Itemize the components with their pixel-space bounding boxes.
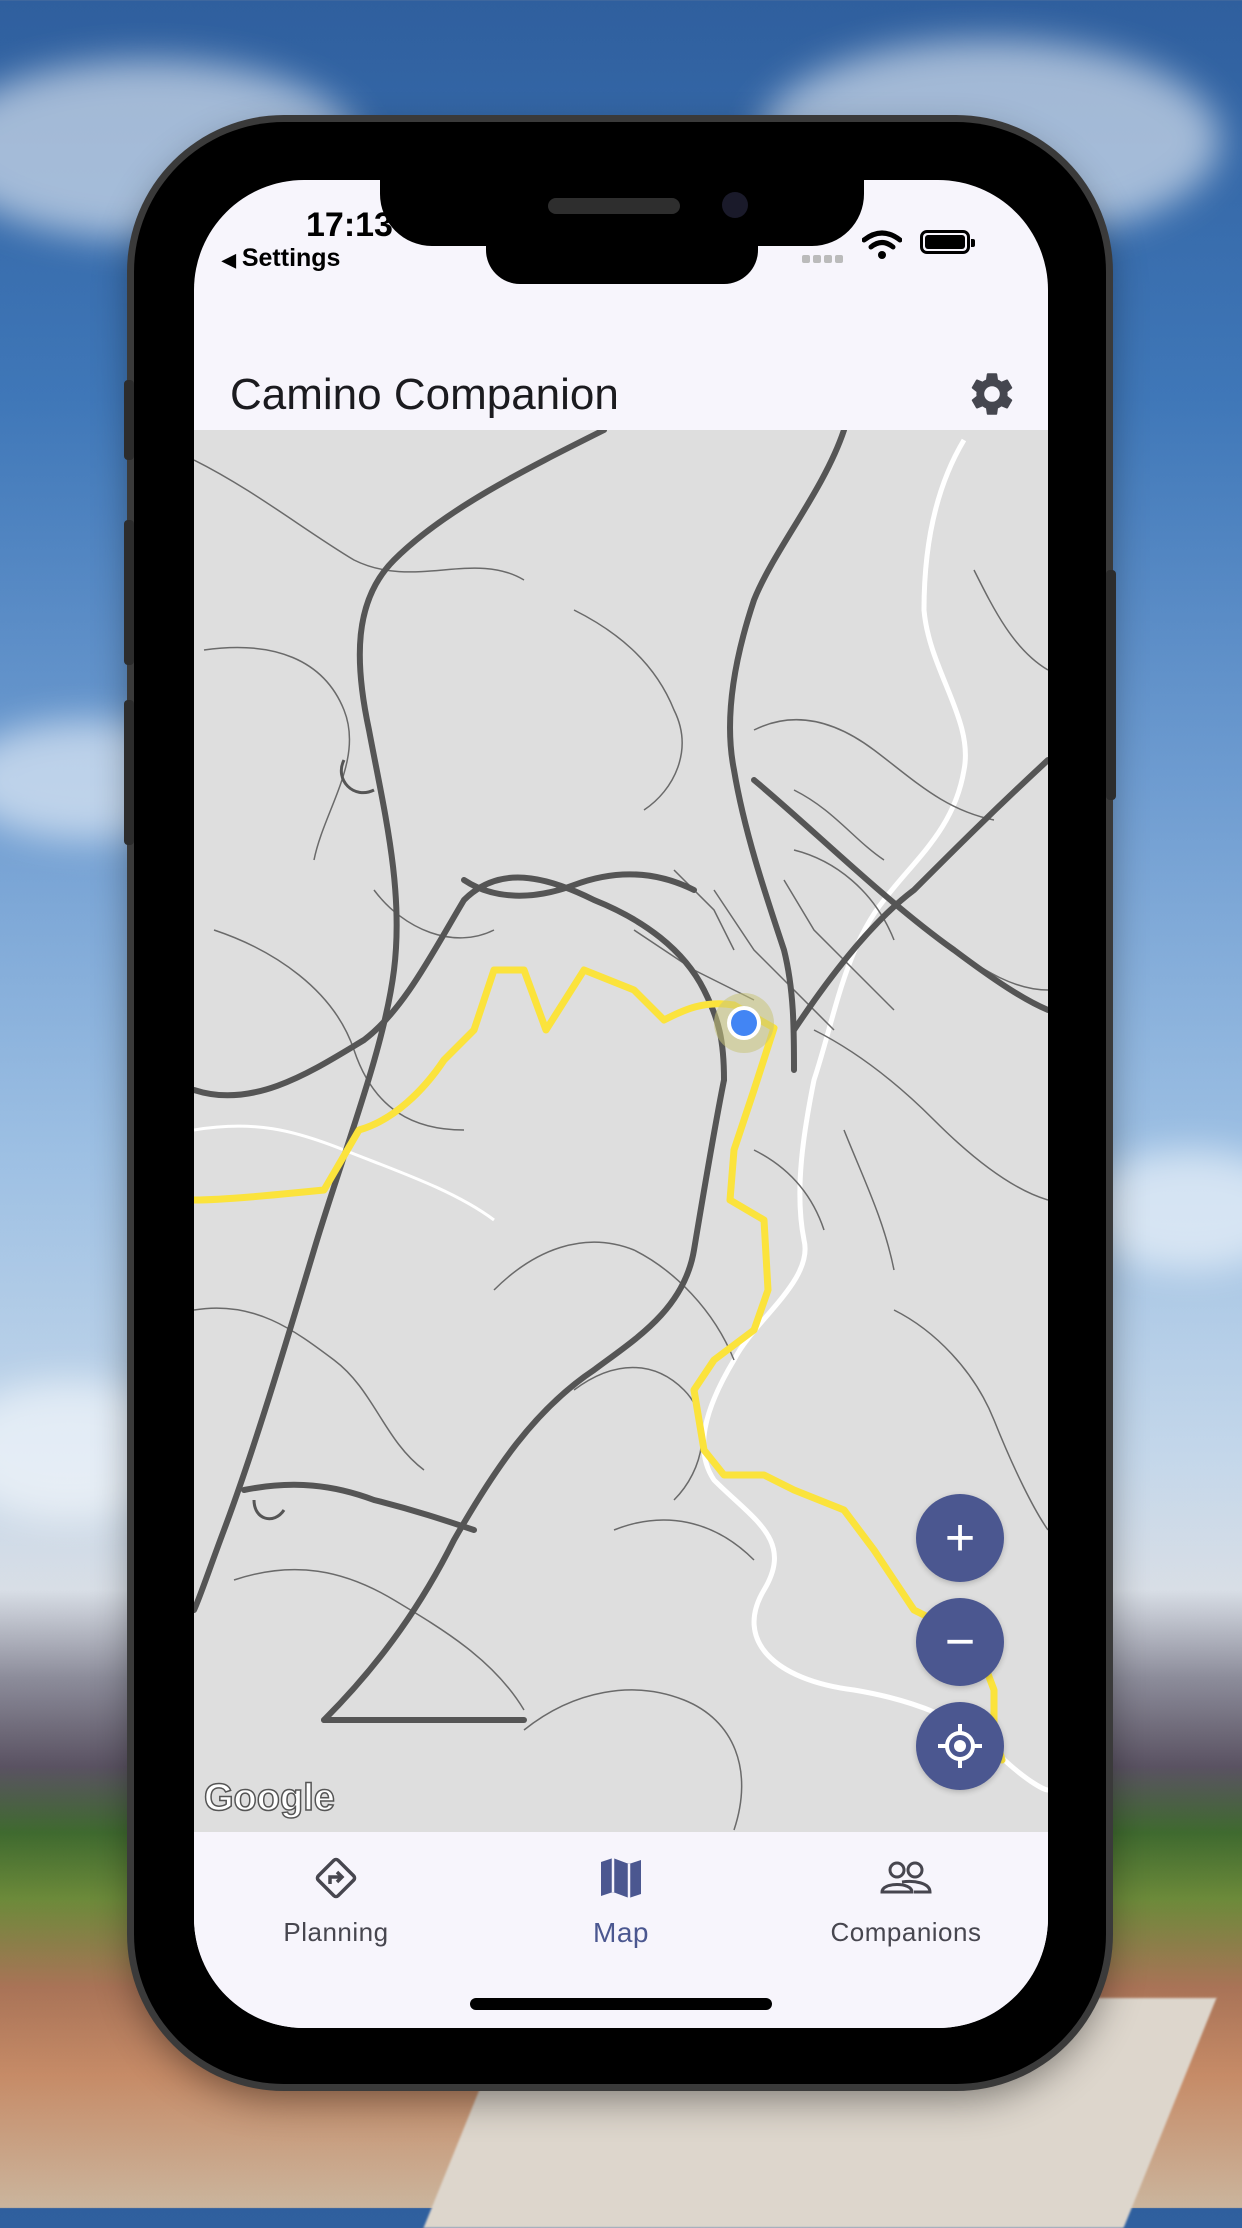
- app-screen: 17:13 ◀ Settings Camino Companion Google…: [194, 180, 1048, 2028]
- cellular-signal-icon: [802, 250, 846, 268]
- earpiece-speaker: [548, 198, 680, 214]
- volume-down-button: [124, 700, 134, 845]
- map-icon: [601, 1858, 641, 1898]
- home-indicator[interactable]: [470, 1998, 772, 2010]
- back-to-settings-link[interactable]: ◀ Settings: [222, 244, 340, 273]
- back-label: Settings: [241, 244, 341, 272]
- nav-label-planning: Planning: [283, 1917, 389, 1947]
- nav-item-companions[interactable]: Companions: [764, 1850, 1048, 1948]
- minus-icon: −: [944, 1613, 976, 1671]
- wifi-icon: [861, 230, 903, 265]
- directions-sign-icon: [315, 1857, 357, 1899]
- current-location-dot: [731, 1010, 757, 1036]
- app-title: Camino Companion: [230, 370, 619, 419]
- status-time: 17:13: [306, 206, 393, 244]
- my-location-button[interactable]: [916, 1702, 1004, 1790]
- back-arrow-icon: ◀: [222, 250, 236, 270]
- zoom-out-button[interactable]: −: [916, 1598, 1004, 1686]
- map-view[interactable]: Google + −: [194, 430, 1048, 1832]
- mute-switch: [124, 380, 134, 460]
- battery-icon: [920, 230, 975, 254]
- bottom-navigation: Planning Map Companions: [194, 1832, 1048, 2028]
- nav-label-map: Map: [593, 1917, 649, 1948]
- plus-icon: +: [944, 1509, 976, 1567]
- nav-item-map[interactable]: Map: [479, 1850, 763, 1949]
- my-location-icon: [938, 1724, 982, 1768]
- power-button: [1106, 570, 1116, 800]
- front-camera: [722, 192, 748, 218]
- people-icon: [880, 1861, 932, 1894]
- volume-up-button: [124, 520, 134, 665]
- zoom-in-button[interactable]: +: [916, 1494, 1004, 1582]
- gear-icon[interactable]: [966, 368, 1018, 420]
- google-attribution: Google: [203, 1776, 335, 1820]
- nav-label-companions: Companions: [830, 1917, 982, 1947]
- phone-notch-lower: [486, 240, 758, 284]
- nav-item-planning[interactable]: Planning: [194, 1850, 478, 1948]
